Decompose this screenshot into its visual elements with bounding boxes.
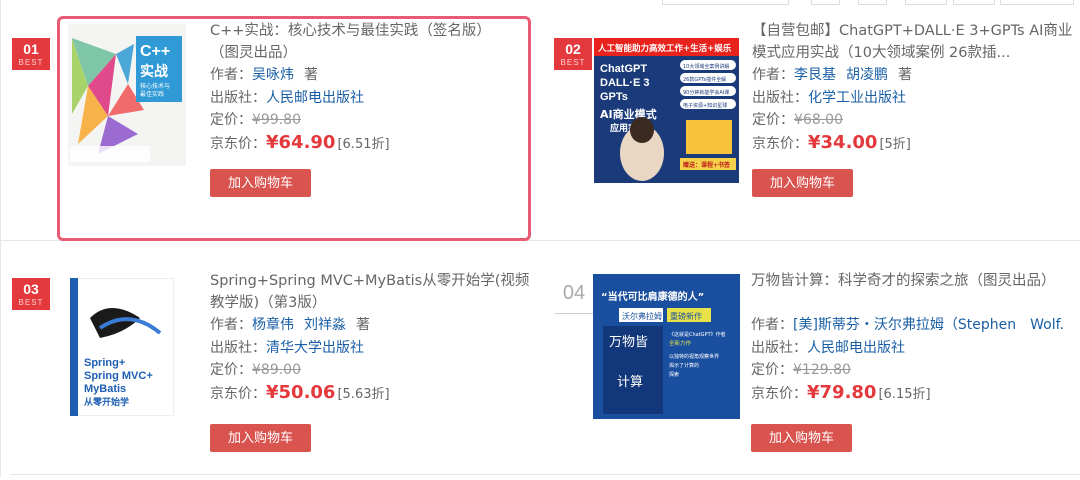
svg-text:探索: 探索 xyxy=(669,371,679,378)
jd-price: ¥50.06 xyxy=(266,381,336,403)
svg-text:赠送：课程+书签: 赠送：课程+书签 xyxy=(683,161,731,169)
svg-text:Spring+: Spring+ xyxy=(84,357,125,369)
publisher-link[interactable]: 化学工业出版社 xyxy=(808,90,906,106)
discount: [6.15折] xyxy=(878,386,931,402)
svg-text:全新力作: 全新力作 xyxy=(669,339,692,347)
book-item-3: 03 BEST Spring+ Spring MVC+ MyBatis 从零开始学… xyxy=(0,250,529,460)
rank-number: 04 xyxy=(555,282,593,314)
book-item-2: 02 BEST 人工智能助力高效工作+生活+娱乐 ChatGPT DALL·E 3… xyxy=(542,0,1072,210)
list-price: ¥89.00 xyxy=(252,362,301,378)
svg-text:沃尔弗拉姆: 沃尔弗拉姆 xyxy=(622,311,662,321)
svg-text:26款GPTs插件全解: 26款GPTs插件全解 xyxy=(683,76,726,83)
publisher-link[interactable]: 人民邮电出版社 xyxy=(807,340,905,356)
rank-badge: 01 BEST xyxy=(12,38,50,70)
svg-text:ChatGPT: ChatGPT xyxy=(600,63,647,75)
book-info: 万物皆计算：科学奇才的探索之旅（图灵出品） 作者：[美]斯蒂芬・沃尔弗拉姆（St… xyxy=(751,270,1063,404)
svg-text:人工智能助力高效工作+生活+娱乐: 人工智能助力高效工作+生活+娱乐 xyxy=(598,43,732,54)
book-title[interactable]: 【自营包邮】ChatGPT+DALL·E 3+GPTs AI商业模式应用实战（1… xyxy=(752,20,1077,64)
jd-price: ¥79.80 xyxy=(807,381,877,403)
rank-badge: 02 BEST xyxy=(554,38,592,70)
svg-text:10大领域全案例讲解: 10大领域全案例讲解 xyxy=(683,63,729,70)
book-cover-2[interactable]: 人工智能助力高效工作+生活+娱乐 ChatGPT DALL·E 3 GPTs A… xyxy=(594,38,739,183)
svg-text:MyBatis: MyBatis xyxy=(84,383,126,395)
svg-text:DALL·E 3: DALL·E 3 xyxy=(600,77,650,89)
author-link[interactable]: 杨章伟 xyxy=(252,317,294,333)
svg-text:90分钟就能学会AI课: 90分钟就能学会AI课 xyxy=(683,89,729,96)
svg-text:《这就是ChatGPT》作者: 《这就是ChatGPT》作者 xyxy=(669,331,726,338)
add-to-cart-button[interactable]: 加入购物车 xyxy=(751,424,852,452)
jd-price: ¥34.00 xyxy=(808,131,878,153)
svg-text:电子资源+知识星球: 电子资源+知识星球 xyxy=(683,102,727,109)
svg-text:Spring MVC+: Spring MVC+ xyxy=(84,370,153,382)
book-item-4: 04 “当代可比肩康德的人” 沃尔弗拉姆 重磅新作 万物皆 计算 《这就是Cha… xyxy=(555,270,1075,480)
publisher-link[interactable]: 清华大学出版社 xyxy=(266,340,364,356)
svg-text:从零开始学: 从零开始学 xyxy=(84,396,129,408)
svg-text:以独特的视角观察世界: 以独特的视角观察世界 xyxy=(669,353,719,360)
author-link[interactable]: 胡凌鹏 xyxy=(846,67,888,83)
discount: [5.63折] xyxy=(337,386,390,402)
svg-text:计算: 计算 xyxy=(617,375,643,390)
author-link[interactable]: 李艮基 xyxy=(794,67,836,83)
selection-highlight xyxy=(57,16,531,241)
svg-text:重磅新作: 重磅新作 xyxy=(670,311,702,321)
book-info: Spring+Spring MVC+MyBatis从零开始学(视频教学版)（第3… xyxy=(210,270,530,404)
book-info: 【自营包邮】ChatGPT+DALL·E 3+GPTs AI商业模式应用实战（1… xyxy=(752,20,1077,154)
book-title[interactable]: Spring+Spring MVC+MyBatis从零开始学(视频教学版)（第3… xyxy=(210,270,530,314)
rank-badge: 03 BEST xyxy=(12,278,50,310)
add-to-cart-button[interactable]: 加入购物车 xyxy=(210,424,311,452)
list-price: ¥68.00 xyxy=(794,112,843,128)
svg-text:GPTs: GPTs xyxy=(600,91,628,103)
svg-text:揭示了计算的: 揭示了计算的 xyxy=(669,362,699,369)
author-link[interactable]: 刘祥淼 xyxy=(304,317,346,333)
svg-text:万物皆: 万物皆 xyxy=(609,335,648,350)
list-price: ¥129.80 xyxy=(793,362,851,378)
author-link[interactable]: [美]斯蒂芬・沃尔弗拉姆（Stephen Wolf... xyxy=(793,317,1063,333)
svg-text:“当代可比肩康德的人”: “当代可比肩康德的人” xyxy=(601,290,704,303)
add-to-cart-button[interactable]: 加入购物车 xyxy=(752,169,853,197)
book-title[interactable]: 万物皆计算：科学奇才的探索之旅（图灵出品） xyxy=(751,270,1063,314)
book-cover-4[interactable]: “当代可比肩康德的人” 沃尔弗拉姆 重磅新作 万物皆 计算 《这就是ChatGP… xyxy=(593,274,740,419)
discount: [5折] xyxy=(879,136,911,152)
book-cover-3[interactable]: Spring+ Spring MVC+ MyBatis 从零开始学 xyxy=(70,278,174,416)
